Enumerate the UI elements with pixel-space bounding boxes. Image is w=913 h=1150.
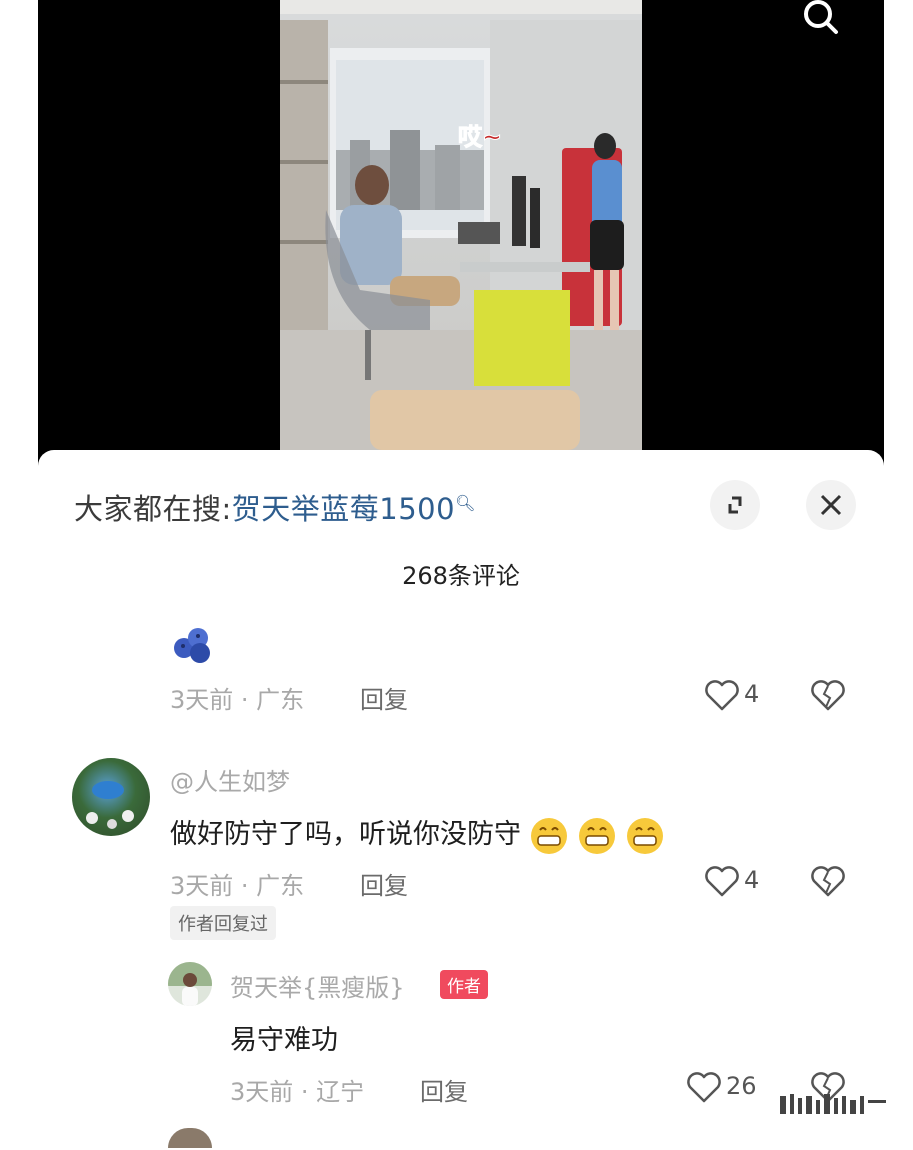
broken-heart-icon bbox=[811, 866, 845, 897]
trending-keyword[interactable]: 贺天举蓝莓1500 bbox=[232, 492, 455, 526]
like-button[interactable] bbox=[704, 678, 740, 712]
reply-meta: 3天前 · 辽宁 bbox=[230, 1078, 365, 1106]
author-replied-tag: 作者回复过 bbox=[170, 906, 276, 940]
search-small-icon: 🔍︎ bbox=[455, 493, 476, 513]
reply-button[interactable]: 回复 bbox=[360, 866, 408, 901]
heart-icon bbox=[705, 866, 739, 897]
like-button[interactable] bbox=[686, 1070, 722, 1104]
heart-icon bbox=[687, 1072, 721, 1103]
trending-search-bar[interactable]: 大家都在搜:贺天举蓝莓1500🔍︎ bbox=[74, 486, 476, 528]
blueberry-emoji bbox=[172, 626, 212, 664]
close-button[interactable] bbox=[806, 480, 856, 530]
video-overlay-text: 哎~ bbox=[457, 123, 503, 152]
avatar[interactable] bbox=[72, 758, 150, 836]
comment-count: 268条评论 bbox=[402, 562, 520, 590]
comment-panel: 大家都在搜:贺天举蓝莓1500🔍︎ 268条评论 3天前 · 广东 回复 4 @… bbox=[38, 450, 884, 1150]
reply-avatar[interactable] bbox=[168, 962, 212, 1006]
comment-username[interactable]: @人生如梦 bbox=[170, 762, 290, 797]
video-frame: 哎~ bbox=[280, 0, 642, 450]
comment-text-body: 做好防守了吗，听说你没防守 bbox=[170, 819, 521, 850]
grin-emoji-icon bbox=[530, 817, 668, 855]
trending-prefix: 大家都在搜: bbox=[74, 492, 232, 526]
dislike-button[interactable] bbox=[810, 864, 846, 898]
comment-text: 做好防守了吗，听说你没防守 bbox=[170, 812, 668, 855]
reply-button[interactable]: 回复 bbox=[360, 680, 408, 715]
expand-button[interactable] bbox=[710, 480, 760, 530]
like-count: 4 bbox=[744, 866, 760, 894]
office-scene-illustration bbox=[280, 0, 642, 450]
like-count: 26 bbox=[726, 1072, 757, 1100]
dislike-button[interactable] bbox=[810, 678, 846, 712]
broken-heart-icon bbox=[811, 680, 845, 711]
like-count: 4 bbox=[744, 680, 760, 708]
close-icon bbox=[820, 494, 842, 516]
author-badge: 作者 bbox=[440, 970, 488, 999]
heart-icon bbox=[705, 680, 739, 711]
like-button[interactable] bbox=[704, 864, 740, 898]
reply-username[interactable]: 贺天举{黑瘦版} bbox=[230, 968, 405, 1003]
reply-button[interactable]: 回复 bbox=[420, 1072, 468, 1107]
reply-text: 易守难功 bbox=[230, 1025, 338, 1056]
next-comment-avatar[interactable] bbox=[168, 1128, 212, 1148]
search-icon[interactable] bbox=[798, 0, 846, 44]
comment-meta: 3天前 · 广东 bbox=[170, 686, 305, 714]
comment-meta: 3天前 · 广东 bbox=[170, 872, 305, 900]
video-player[interactable]: 哎~ bbox=[38, 0, 884, 470]
expand-icon bbox=[728, 496, 742, 514]
watermark-logo bbox=[778, 1090, 898, 1120]
